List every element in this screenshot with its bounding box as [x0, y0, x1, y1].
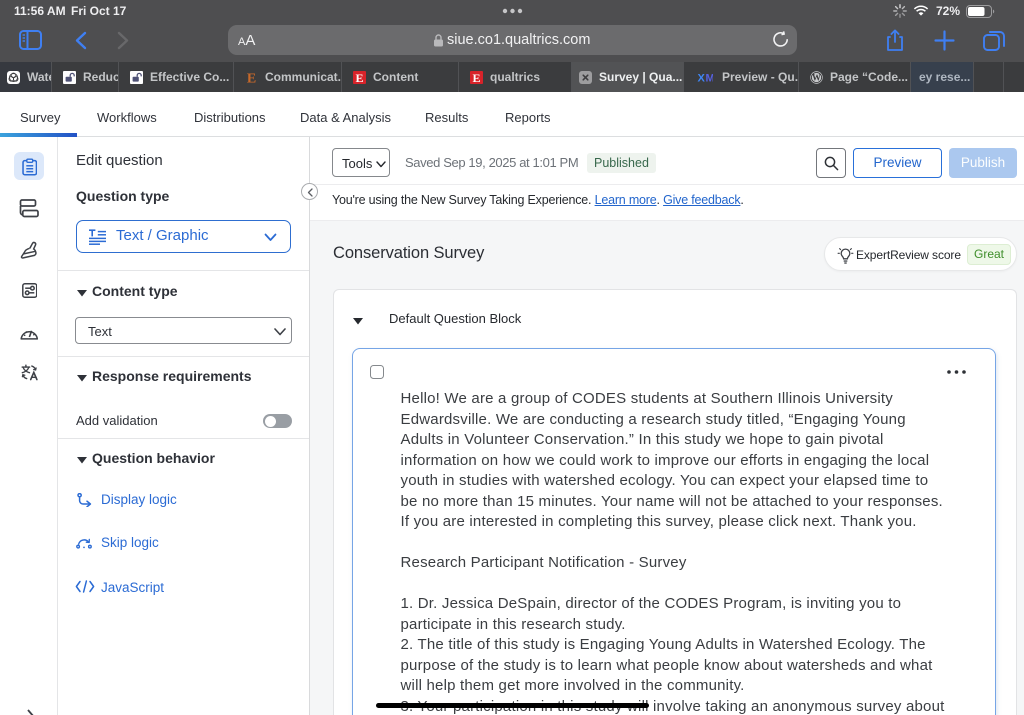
svg-text:X: X	[698, 72, 706, 84]
svg-text:E: E	[472, 71, 480, 84]
svg-text:E: E	[355, 71, 363, 84]
svg-text:W: W	[812, 72, 821, 82]
svg-text:E: E	[247, 71, 256, 84]
svg-text:M: M	[706, 72, 714, 84]
